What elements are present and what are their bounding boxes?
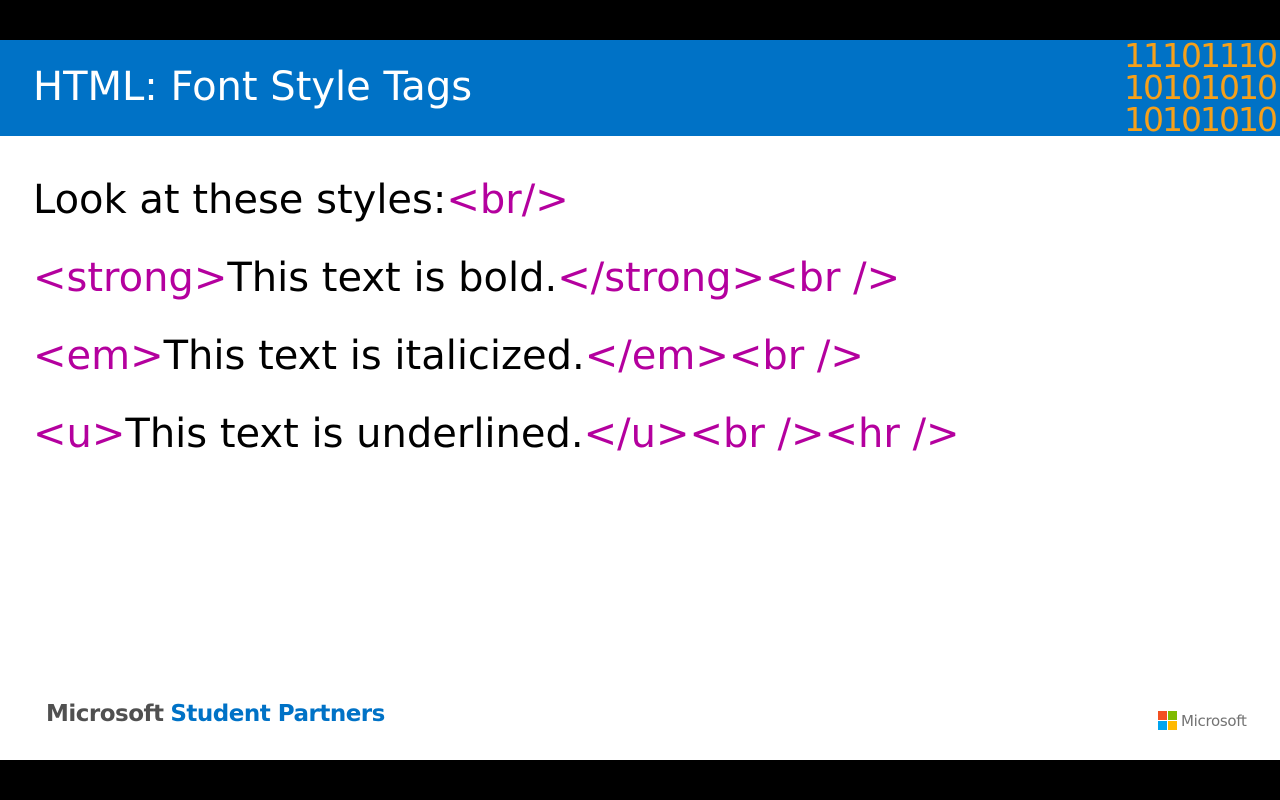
code-example: Look at these styles:<br/> <strong>This … bbox=[33, 172, 960, 484]
code-tag: </u><br /><hr /> bbox=[583, 411, 960, 457]
code-line: <em>This text is italicized.</em><br /> bbox=[33, 328, 960, 406]
windows-logo-icon bbox=[1158, 711, 1177, 730]
slide-title: HTML: Font Style Tags bbox=[33, 64, 473, 110]
code-line: Look at these styles:<br/> bbox=[33, 172, 960, 250]
code-tag: <br/> bbox=[446, 177, 569, 223]
slide: HTML: Font Style Tags 11101110 10101010 … bbox=[0, 40, 1280, 760]
letterbox-bottom bbox=[0, 760, 1280, 800]
code-text: This text is italicized. bbox=[163, 333, 585, 379]
msp-brand: Microsoft Student Partners bbox=[46, 701, 385, 727]
code-tag: </strong><br /> bbox=[557, 255, 901, 301]
letterbox-top bbox=[0, 0, 1280, 40]
msp-brand-company: Microsoft bbox=[46, 701, 164, 727]
code-tag: </em><br /> bbox=[584, 333, 864, 379]
code-text: This text is underlined. bbox=[125, 411, 584, 457]
msp-brand-program: Student Partners bbox=[170, 701, 385, 727]
code-line: <strong>This text is bold.</strong><br /… bbox=[33, 250, 960, 328]
code-tag: <strong> bbox=[33, 255, 228, 301]
code-text: This text is bold. bbox=[227, 255, 558, 301]
code-text: Look at these styles: bbox=[33, 177, 447, 223]
binary-decoration: 11101110 10101010 10101010 bbox=[1124, 40, 1278, 139]
microsoft-logo-text: Microsoft bbox=[1181, 711, 1247, 730]
title-bar: HTML: Font Style Tags 11101110 10101010 … bbox=[0, 40, 1280, 136]
microsoft-logo: Microsoft bbox=[1158, 711, 1247, 730]
code-tag: <u> bbox=[33, 411, 126, 457]
code-line: <u>This text is underlined.</u><br /><hr… bbox=[33, 406, 960, 484]
code-tag: <em> bbox=[33, 333, 164, 379]
binary-row: 10101010 bbox=[1124, 100, 1278, 139]
